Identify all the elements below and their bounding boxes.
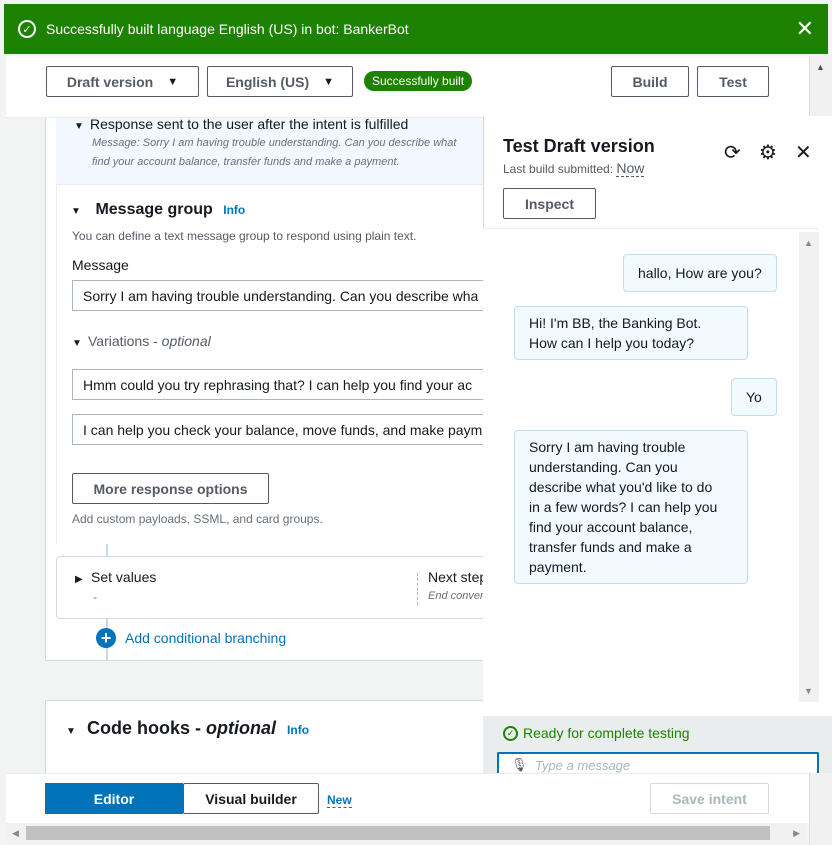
caret-down-icon: ▼ — [323, 75, 335, 88]
message-group-description: You can define a text message group to r… — [72, 229, 417, 243]
set-values-value: - — [93, 590, 97, 604]
new-badge[interactable]: New — [327, 793, 352, 808]
microphone-icon[interactable]: 🎙 — [511, 757, 528, 773]
bot-message-line: How can I help you today? — [529, 335, 694, 351]
bot-message-line: transfer funds and make a — [529, 539, 692, 555]
inspect-button[interactable]: Inspect — [503, 188, 596, 219]
bot-message-line: payment. — [529, 559, 587, 575]
close-icon[interactable]: ✕ — [796, 18, 814, 40]
bot-message-line: find your account balance, — [529, 519, 693, 535]
bot-message-line: Hi! I'm BB, the Banking Bot. — [529, 315, 702, 331]
caret-down-icon[interactable]: ▼ — [66, 726, 82, 737]
refresh-icon[interactable]: ⟳ — [724, 140, 741, 165]
chat-scrollbar[interactable]: ▲ ▼ — [799, 232, 819, 702]
code-hooks-title: Code hooks - — [87, 718, 207, 738]
close-icon[interactable]: ✕ — [795, 140, 812, 165]
editor-tab[interactable]: Editor — [45, 783, 183, 814]
success-flash: ✓ Successfully built language English (U… — [4, 4, 828, 54]
flow-connector — [106, 544, 108, 556]
save-intent-button[interactable]: Save intent — [650, 783, 769, 814]
fulfillment-response-section: ▼ Response sent to the user after the int… — [56, 116, 486, 184]
next-step-value: End conver — [428, 590, 484, 602]
success-check-icon: ✓ — [18, 20, 36, 38]
intent-editor-panel: ▼ Response sent to the user after the int… — [45, 116, 502, 661]
last-build-value: Now — [616, 160, 645, 177]
bot-message-line: describe what you'd like to do — [529, 479, 713, 495]
bot-message-line: understanding. Can you — [529, 459, 678, 475]
custom-payloads-hint: Add custom payloads, SSML, and card grou… — [72, 512, 323, 526]
message-input[interactable]: Sorry I am having trouble understanding.… — [72, 280, 502, 311]
caret-down-icon[interactable]: ▼ — [74, 121, 90, 132]
success-check-icon: ✓ — [503, 725, 518, 741]
set-values-title: Set values — [91, 569, 157, 585]
test-panel-title: Test Draft version — [503, 136, 655, 156]
bot-message-line: in a few words? I can help you — [529, 499, 718, 515]
response-title: Response sent to the user after the inte… — [90, 116, 409, 132]
header-bar: Draft version ▼ English (US) ▼ Successfu… — [6, 56, 809, 118]
version-select-label: Draft version — [66, 73, 154, 90]
chat-transcript: hallo, How are you? Hi! I'm BB, the Bank… — [483, 228, 819, 716]
bot-message: Sorry I am having trouble understanding.… — [514, 430, 748, 584]
bot-message-line: Sorry I am having trouble — [529, 439, 686, 455]
horizontal-scrollbar[interactable]: ◀ ▶ — [6, 823, 806, 843]
flash-message: Successfully built language English (US)… — [46, 21, 409, 37]
scrollbar-thumb[interactable] — [26, 826, 770, 840]
response-preview: Message: Sorry I am having trouble under… — [92, 134, 456, 172]
divider — [417, 573, 418, 605]
variations-optional: optional — [161, 333, 211, 349]
user-message: hallo, How are you? — [623, 254, 777, 292]
variations-label: Variations - — [88, 333, 162, 349]
add-conditional-branching-label: Add conditional branching — [125, 630, 287, 646]
response-preview-line: Message: Sorry I am having trouble under… — [92, 137, 457, 149]
visual-builder-tab[interactable]: Visual builder — [183, 783, 319, 814]
build-button[interactable]: Build — [611, 66, 689, 97]
caret-right-icon[interactable]: ▶ — [75, 574, 91, 585]
gear-icon[interactable]: ⚙ — [759, 140, 777, 165]
caret-down-icon[interactable]: ▼ — [72, 338, 88, 349]
language-select[interactable]: English (US) ▼ — [207, 66, 353, 97]
info-link[interactable]: Info — [287, 723, 309, 737]
footer-bar: Editor Visual builder New Save intent — [6, 773, 809, 823]
status-badge: Successfully built — [364, 71, 473, 91]
code-hooks-section: ▼ Code hooks - optional Info — [45, 700, 485, 775]
response-preview-line: find your account balance, transfer fund… — [92, 156, 400, 168]
caret-down-icon: ▼ — [167, 75, 179, 88]
chat-input-area: ✓ Ready for complete testing 🎙 Type a me… — [483, 716, 832, 773]
code-hooks-optional: optional — [206, 718, 277, 738]
ready-status: Ready for complete testing — [523, 725, 690, 741]
variation-input[interactable]: I can help you check your balance, move … — [72, 414, 502, 445]
info-link[interactable]: Info — [223, 203, 245, 217]
message-input[interactable]: 🎙 Type a message — [497, 752, 819, 773]
message-label: Message — [72, 257, 129, 273]
variation-input[interactable]: Hmm could you try rephrasing that? I can… — [72, 369, 502, 400]
language-select-label: English (US) — [225, 73, 310, 90]
bot-message: Hi! I'm BB, the Banking Bot. How can I h… — [514, 306, 748, 360]
user-message: Yo — [731, 378, 777, 416]
more-response-options-button[interactable]: More response options — [72, 473, 269, 504]
message-group-section: ▼ Message group Info You can define a te… — [56, 184, 502, 544]
message-group-title: Message group — [95, 201, 213, 218]
version-select[interactable]: Draft version ▼ — [46, 66, 199, 97]
next-step-title: Next step — [428, 569, 488, 585]
set-values-section: ▶ Set values - Next step End conver — [56, 556, 488, 619]
test-button[interactable]: Test — [697, 66, 769, 97]
caret-down-icon[interactable]: ▼ — [71, 206, 87, 217]
plus-icon: + — [96, 628, 116, 648]
message-input-placeholder: Type a message — [535, 758, 631, 773]
add-conditional-branching-link[interactable]: + Add conditional branching — [96, 628, 286, 648]
last-build-label: Last build submitted: — [503, 162, 617, 176]
